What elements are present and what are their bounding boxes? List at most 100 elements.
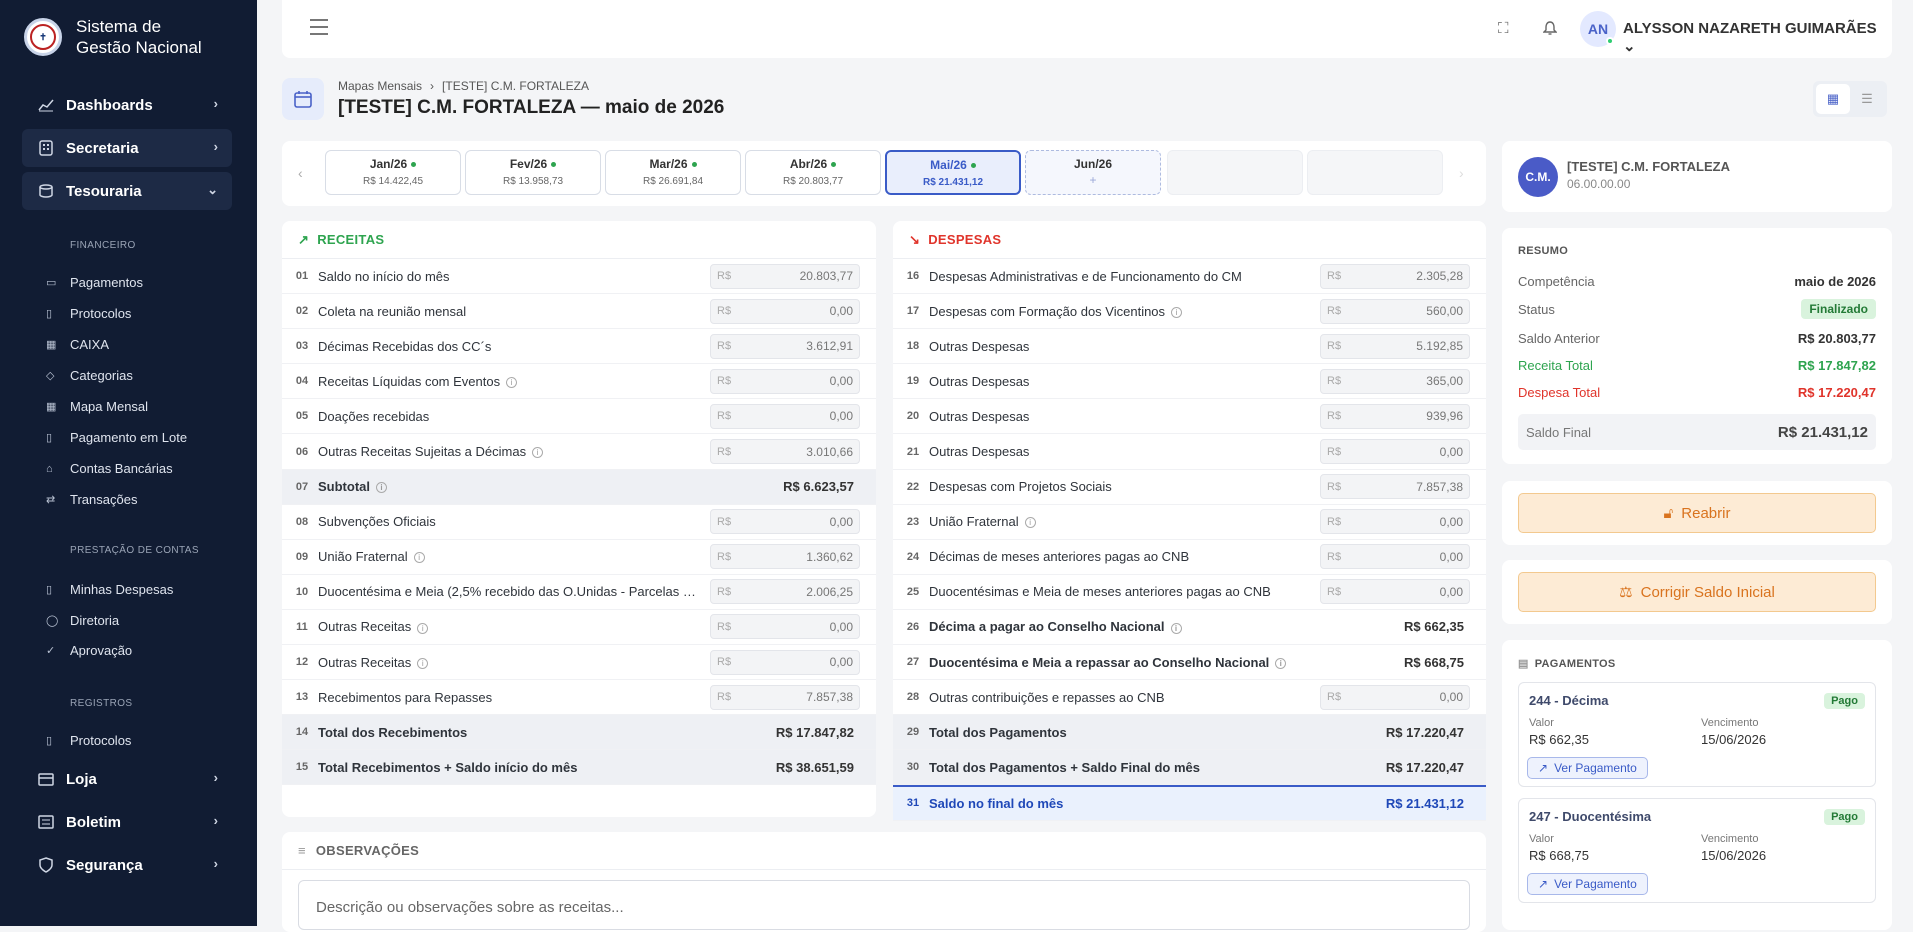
amount-input[interactable]: R$ 365,00: [1320, 368, 1470, 394]
sidebar-item-fin-7[interactable]: ⇄ Transações: [46, 492, 137, 507]
table-view-icon[interactable]: ▦: [1816, 84, 1850, 114]
amount-input[interactable]: R$ 0,00: [1320, 579, 1470, 605]
breadcrumb-link[interactable]: Mapas Mensais: [338, 79, 422, 93]
nav-boletim[interactable]: Boletim ›: [22, 803, 232, 841]
info-icon[interactable]: i: [506, 376, 518, 388]
sidebar-item-fin-0[interactable]: ▭ Pagamentos: [46, 275, 143, 290]
amount-input[interactable]: R$ 7.857,38: [1320, 474, 1470, 500]
sidebar-item-fin-5[interactable]: ▯ Pagamento em Lote: [46, 430, 187, 445]
month-tab[interactable]: Mai/26 R$ 21.431,12: [885, 150, 1021, 195]
sidebar-item-fin-1[interactable]: ▯ Protocolos: [46, 306, 131, 321]
amount-value: 0,00: [1439, 514, 1463, 529]
sidebar-item-fin-2[interactable]: ▦ CAIXA: [46, 337, 109, 352]
row-label: Outras contribuições e repasses ao CNB: [929, 689, 1165, 705]
sidebar-item-fin-6[interactable]: ⌂ Contas Bancárias: [46, 461, 173, 476]
row-number: 10: [295, 585, 309, 598]
link-label: Ver Pagamento: [1554, 877, 1637, 891]
nav-secretaria[interactable]: Secretaria ›: [22, 129, 232, 167]
brand[interactable]: ✝ Sistema de Gestão Nacional: [24, 16, 202, 58]
amount-input[interactable]: R$ 0,00: [1320, 544, 1470, 570]
amount-input[interactable]: R$ 560,00: [1320, 298, 1470, 324]
amount-input[interactable]: R$ 7.857,38: [710, 684, 860, 710]
currency-prefix: R$: [717, 340, 732, 353]
amount-input[interactable]: R$ 3.010,66: [710, 439, 860, 465]
amount-input[interactable]: R$ 0,00: [1320, 684, 1470, 710]
section-prestacao: PRESTAÇÃO DE CONTAS: [70, 545, 199, 556]
user-menu[interactable]: ALYSSON NAZARETH GUIMARÃES ⌄: [1623, 20, 1892, 55]
amount-input[interactable]: R$ 5.192,85: [1320, 333, 1470, 359]
table-row: 08 Subvenções Oficiais R$ 0,00: [282, 505, 876, 540]
amount-input[interactable]: R$ 939,96: [1320, 403, 1470, 429]
amount-value: 1.360,62: [806, 549, 853, 564]
observacoes-textarea[interactable]: Descrição ou observações sobre as receit…: [298, 880, 1470, 930]
nav-loja[interactable]: Loja ›: [22, 760, 232, 798]
avatar[interactable]: AN: [1580, 11, 1616, 47]
payment-item: 247 - Duocentésima Pago Valor R$ 668,75 Venc…: [1518, 798, 1876, 903]
amount-input[interactable]: R$ 0,00: [1320, 439, 1470, 465]
observacoes-panel: ≡ OBSERVAÇÕES Descrição ou observações so…: [282, 832, 1486, 932]
bell-icon[interactable]: [1542, 20, 1558, 40]
info-icon[interactable]: i: [1170, 622, 1182, 634]
amount-input[interactable]: R$ 1.360,62: [710, 544, 860, 570]
sidebar-item-protocolos-registros[interactable]: ▯ Protocolos: [46, 733, 131, 748]
menu-toggle-icon[interactable]: [310, 19, 328, 40]
info-icon[interactable]: i: [1171, 306, 1183, 318]
nav-tesouraria[interactable]: Tesouraria ⌄: [22, 172, 232, 210]
valor-label: Valor: [1529, 833, 1554, 845]
sidebar-item-pre-2[interactable]: ✓ Aprovação: [46, 643, 132, 658]
amount-input[interactable]: R$ 0,00: [710, 298, 860, 324]
chevron-right-icon[interactable]: ›: [1459, 165, 1464, 181]
table-row: 14 Total dos Recebimentos R$ 17.847,82: [282, 715, 876, 751]
amount-input[interactable]: R$ 2.006,25: [710, 579, 860, 605]
amount-input[interactable]: R$ 0,00: [1320, 509, 1470, 535]
info-icon[interactable]: i: [417, 622, 429, 634]
app-title-line2: Gestão Nacional: [76, 38, 202, 57]
month-tab[interactable]: Fev/26 R$ 13.958,73: [465, 150, 601, 195]
list-view-icon[interactable]: ☰: [1850, 84, 1884, 114]
info-icon[interactable]: i: [376, 482, 387, 494]
info-icon[interactable]: i: [532, 447, 544, 459]
amount-input[interactable]: R$ 0,00: [710, 649, 860, 675]
amount-input[interactable]: R$ 0,00: [710, 614, 860, 640]
month-tab[interactable]: Jun/26 +: [1025, 150, 1161, 195]
nav-seguranca[interactable]: Segurança ›: [22, 846, 232, 884]
sidebar-item-pre-0[interactable]: ▯ Minhas Despesas: [46, 582, 173, 597]
sidebar-item-fin-4[interactable]: ▦ Mapa Mensal: [46, 399, 148, 414]
month-tab[interactable]: Abr/26 R$ 20.803,77: [745, 150, 881, 195]
status-badge: Pago: [1824, 809, 1865, 825]
trend-up-icon: ↗: [298, 231, 310, 247]
info-icon[interactable]: i: [417, 657, 429, 669]
amount-input[interactable]: R$ 0,00: [710, 368, 860, 394]
amount-input[interactable]: R$ 20.803,77: [710, 263, 860, 289]
amount-input[interactable]: R$ 0,00: [710, 509, 860, 535]
month-selector: ‹ Jan/26 R$ 14.422,45 Fev/26 R$ 13.958,73 Ma…: [282, 141, 1486, 206]
info-icon[interactable]: i: [413, 552, 425, 564]
table-row: 23 União Fraternal i R$ 0,00: [893, 505, 1486, 540]
nav-dashboards[interactable]: Dashboards ›: [22, 86, 232, 124]
table-row: 26 Décima a pagar ao Conselho Nacional i R$…: [893, 610, 1486, 646]
vencimento-label: Vencimento: [1701, 833, 1759, 845]
corrigir-saldo-button[interactable]: ⚖ Corrigir Saldo Inicial: [1518, 572, 1876, 612]
info-icon[interactable]: i: [1024, 517, 1036, 529]
external-link-icon: ↗: [1538, 761, 1549, 775]
currency-prefix: R$: [1327, 340, 1342, 353]
month-tab[interactable]: Mar/26 R$ 26.691,84: [605, 150, 741, 195]
ver-pagamento-link[interactable]: ↗ Ver Pagamento: [1527, 757, 1648, 779]
info-icon[interactable]: i: [1275, 657, 1287, 669]
reabrir-button[interactable]: 🔓︎ Reabrir: [1518, 493, 1876, 533]
sidebar-item-label: Categorias: [70, 368, 133, 383]
sidebar-item-fin-3[interactable]: ◇ Categorias: [46, 368, 133, 383]
currency-prefix: R$: [1327, 410, 1342, 423]
currency-prefix: R$: [1327, 375, 1342, 388]
resumo-saldo-final: Saldo Final R$ 21.431,12: [1518, 414, 1876, 450]
chevron-left-icon[interactable]: ‹: [298, 165, 303, 181]
row-label: União Fraternal: [929, 514, 1019, 530]
month-tab[interactable]: Jan/26 R$ 14.422,45: [325, 150, 461, 195]
ver-pagamento-link[interactable]: ↗ Ver Pagamento: [1527, 873, 1648, 895]
logo-mark: ✝: [30, 24, 56, 50]
amount-input[interactable]: R$ 2.305,28: [1320, 263, 1470, 289]
amount-input[interactable]: R$ 0,00: [710, 403, 860, 429]
fullscreen-icon[interactable]: ⛶: [1498, 20, 1509, 37]
amount-input[interactable]: R$ 3.612,91: [710, 333, 860, 359]
sidebar-item-pre-1[interactable]: ◯ Diretoria: [46, 613, 119, 628]
